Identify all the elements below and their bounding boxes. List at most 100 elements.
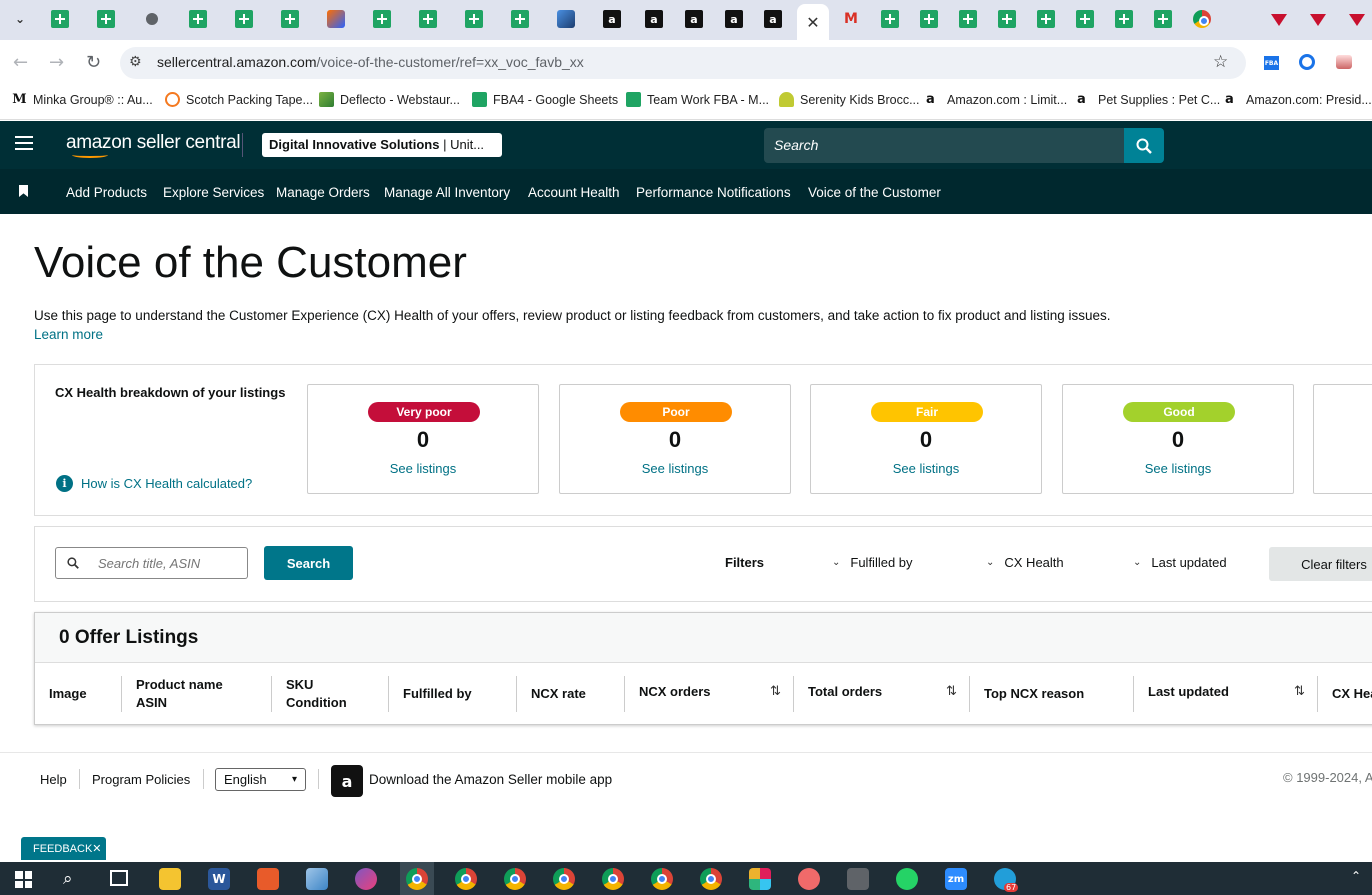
see-listings-link[interactable]: See listings [811, 461, 1041, 476]
tab-sheets-icon[interactable] [1115, 10, 1133, 28]
tab-sheets-icon[interactable] [419, 10, 437, 28]
store-selector[interactable]: Digital Innovative Solutions | Unit... [262, 133, 502, 157]
messenger-icon[interactable] [355, 868, 377, 890]
bookmark-item[interactable]: Deflecto - Webstaur... [319, 92, 460, 107]
menu-icon[interactable] [15, 136, 33, 150]
column-header-total-orders[interactable]: Total orders [808, 683, 882, 701]
see-listings-link[interactable]: See listings [308, 461, 538, 476]
tab-amazon-icon[interactable]: a [645, 10, 663, 28]
tab-amazon-icon[interactable]: a [603, 10, 621, 28]
bookmark-item[interactable]: M Minka Group® :: Au... [12, 92, 152, 107]
bookmark-star-icon[interactable]: ☆ [1213, 52, 1228, 72]
tab-sheets-icon[interactable] [281, 10, 299, 28]
language-select[interactable]: English ▾ [215, 768, 306, 791]
asana-icon[interactable] [798, 868, 820, 890]
see-listings-link[interactable]: See listings [1063, 461, 1293, 476]
column-header-ncx-orders[interactable]: NCX orders [639, 683, 711, 701]
nav-explore-services[interactable]: Explore Services [163, 185, 264, 200]
listing-search-input[interactable] [89, 547, 248, 579]
header-search-button[interactable] [1124, 128, 1164, 163]
tab-sheets-icon[interactable] [51, 10, 69, 28]
tab-sheets-icon[interactable] [959, 10, 977, 28]
chrome-icon[interactable] [553, 868, 575, 890]
seller-app-icon[interactable]: a [331, 765, 363, 797]
learn-more-link[interactable]: Learn more [34, 327, 103, 342]
filter-cx-health[interactable]: ⌄ CX Health [986, 555, 1064, 570]
chrome-icon[interactable] [651, 868, 673, 890]
reload-icon[interactable]: ↻ [86, 52, 101, 73]
forward-icon[interactable]: → [49, 52, 64, 73]
notepad-icon[interactable] [306, 868, 328, 890]
chrome-icon[interactable] [455, 868, 477, 890]
bookmark-item[interactable]: Serenity Kids Brocc... [779, 92, 920, 107]
bookmark-item[interactable]: Scotch Packing Tape... [165, 92, 313, 107]
bookmark-item[interactable]: a Pet Supplies : Pet C... [1077, 92, 1220, 107]
tab-extension-icon[interactable] [1310, 14, 1326, 26]
nav-manage-all-inventory[interactable]: Manage All Inventory [384, 185, 510, 200]
tab-amazon-icon[interactable]: a [764, 10, 782, 28]
site-info-icon[interactable]: ⚙ [129, 54, 142, 70]
see-listings-link[interactable]: See listings [560, 461, 790, 476]
sort-icon[interactable]: ⇅ [946, 684, 957, 699]
filter-last-updated[interactable]: ⌄ Last updated [1133, 555, 1227, 570]
clear-filters-button[interactable]: Clear filters [1269, 547, 1372, 581]
active-tab[interactable]: ✕ [797, 4, 829, 40]
listing-search-button[interactable]: Search [264, 546, 353, 580]
tab-sheets-icon[interactable] [998, 10, 1016, 28]
zoom-icon[interactable]: zm [945, 868, 967, 890]
cx-health-help-link[interactable]: i How is CX Health calculated? [56, 475, 252, 492]
extension-fba-icon[interactable]: FBA [1264, 56, 1279, 70]
tab-gmail-icon[interactable]: M [842, 10, 860, 28]
nav-manage-orders[interactable]: Manage Orders [276, 185, 370, 200]
tab-sheets-icon[interactable] [511, 10, 529, 28]
tab-sheets-icon[interactable] [881, 10, 899, 28]
tab-extension-icon[interactable] [1349, 14, 1365, 26]
tab-sheets-icon[interactable] [373, 10, 391, 28]
feedback-tab[interactable]: FEEDBACK ✕ [21, 837, 106, 860]
tab-sheets-icon[interactable] [1037, 10, 1055, 28]
tab-search-dropdown-icon[interactable]: ⌄ [11, 10, 29, 28]
tab-sheets-icon[interactable] [920, 10, 938, 28]
tab-globe-icon[interactable] [143, 10, 161, 28]
windows-start-icon[interactable] [15, 871, 32, 888]
chrome-icon[interactable] [700, 868, 722, 890]
download-app-link[interactable]: Download the Amazon Seller mobile app [369, 772, 612, 787]
bookmark-item[interactable]: a Amazon.com : Limit... [926, 92, 1067, 107]
chrome-icon[interactable] [406, 868, 428, 890]
nav-voice-of-the-customer[interactable]: Voice of the Customer [808, 185, 941, 200]
tab-sheets-icon[interactable] [465, 10, 483, 28]
bookmark-item[interactable]: Team Work FBA - M... [626, 92, 769, 107]
extension-misc-icon[interactable] [1336, 55, 1352, 69]
chrome-icon[interactable] [504, 868, 526, 890]
sort-icon[interactable]: ⇅ [770, 684, 781, 699]
tab-sheets-icon[interactable] [1154, 10, 1172, 28]
file-explorer-icon[interactable] [159, 868, 181, 890]
word-icon[interactable]: W [208, 868, 230, 890]
tab-sheets-icon[interactable] [1076, 10, 1094, 28]
header-search-input[interactable]: Search [764, 128, 1124, 163]
bookmark-item[interactable]: a Amazon.com: Presid... [1225, 92, 1372, 107]
footer-program-policies-link[interactable]: Program Policies [92, 772, 190, 787]
tab-sheets-icon[interactable] [97, 10, 115, 28]
tab-amazon-icon[interactable]: a [725, 10, 743, 28]
task-view-icon[interactable] [110, 870, 128, 886]
tab-chrome-icon[interactable] [1193, 10, 1211, 28]
back-icon[interactable]: ← [13, 52, 28, 73]
footer-help-link[interactable]: Help [40, 772, 67, 787]
close-feedback-icon[interactable]: ✕ [92, 842, 101, 855]
close-tab-icon[interactable]: ✕ [806, 13, 819, 32]
sort-icon[interactable]: ⇅ [1294, 684, 1305, 699]
taskbar-search-icon[interactable]: ⌕ [63, 869, 73, 889]
tray-chevron-icon[interactable]: ⌃ [1351, 869, 1361, 883]
nav-performance-notifications[interactable]: Performance Notifications [636, 185, 791, 200]
whatsapp-icon[interactable] [896, 868, 918, 890]
tab-sheets-icon[interactable] [189, 10, 207, 28]
nav-account-health[interactable]: Account Health [528, 185, 620, 200]
filter-fulfilled-by[interactable]: ⌄ Fulfilled by [832, 555, 913, 570]
wps-icon[interactable] [257, 868, 279, 890]
bookmark-item[interactable]: FBA4 - Google Sheets [472, 92, 618, 107]
url-text[interactable]: sellercentral.amazon.com/voice-of-the-cu… [157, 54, 584, 70]
tab-app-icon[interactable] [327, 10, 345, 28]
column-header-last-updated[interactable]: Last updated [1148, 683, 1229, 701]
slack-icon[interactable] [749, 868, 771, 890]
